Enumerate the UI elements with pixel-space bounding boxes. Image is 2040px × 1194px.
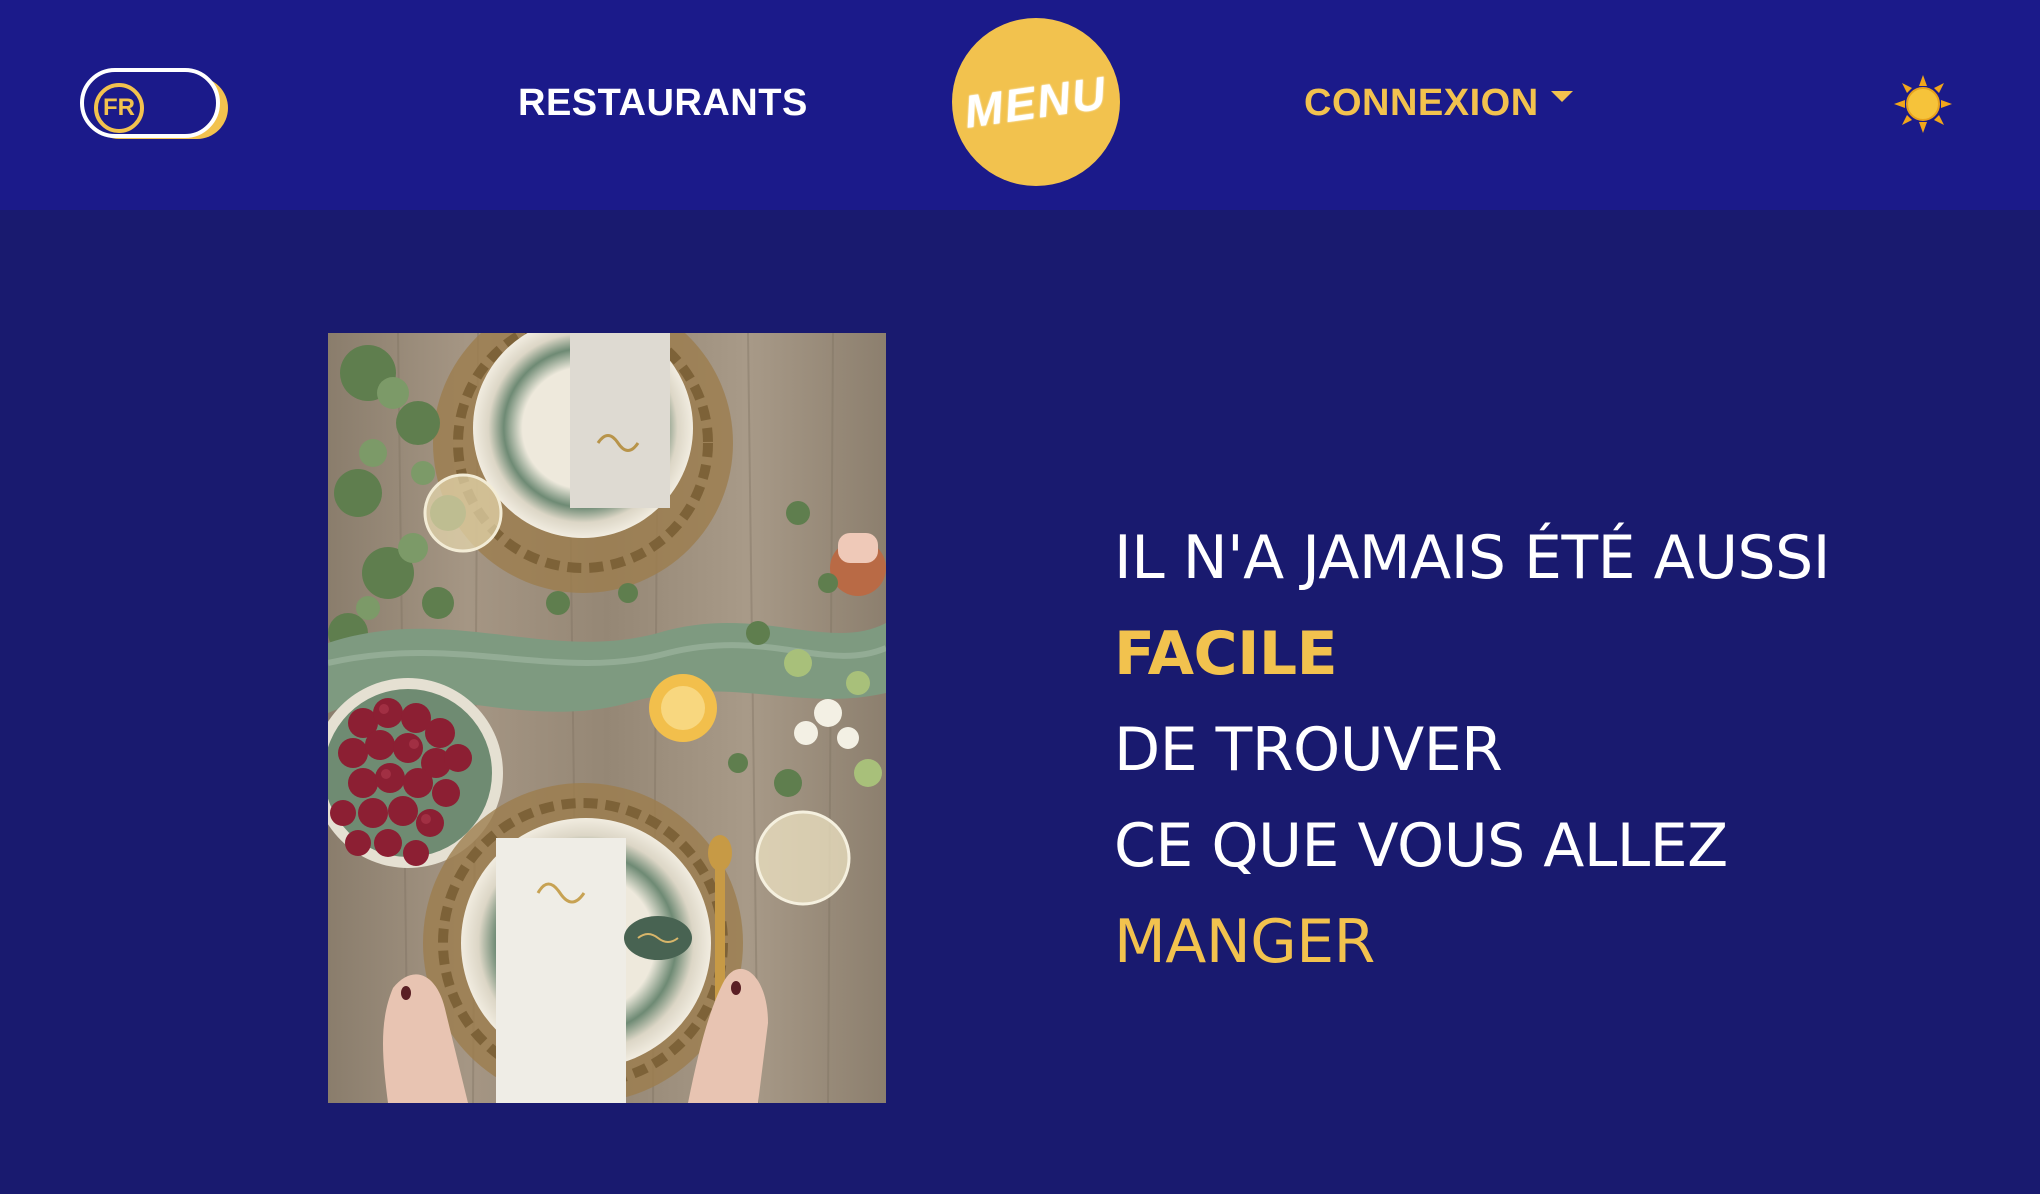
tagline-line-3: DE TROUVER bbox=[1114, 715, 1503, 785]
menu-logo[interactable]: MENU bbox=[952, 18, 1120, 186]
nav-link-restaurants[interactable]: RESTAURANTS bbox=[518, 80, 808, 126]
tagline-highlight-manger: MANGER bbox=[1114, 907, 1375, 977]
hero-tagline: IL N'A JAMAIS ÉTÉ AUSSI FACILE DE TROUVE… bbox=[1114, 510, 2014, 990]
tagline-highlight-facile: FACILE bbox=[1114, 619, 1338, 689]
table-setting-photo bbox=[328, 333, 886, 1103]
theme-toggle-button[interactable] bbox=[1893, 74, 1953, 134]
table-setting-illustration bbox=[328, 333, 886, 1103]
caret-down-icon bbox=[1550, 90, 1573, 102]
top-navigation-bar: FR RESTAURANTS MENU CONNEXION bbox=[0, 0, 2040, 210]
nav-dropdown-connexion[interactable]: CONNEXION bbox=[1304, 80, 1573, 126]
language-toggle[interactable]: FR bbox=[80, 68, 228, 140]
tagline-line-1: IL N'A JAMAIS ÉTÉ AUSSI bbox=[1114, 523, 1830, 593]
language-toggle-track: FR bbox=[80, 68, 220, 138]
sun-icon bbox=[1894, 75, 1952, 133]
language-toggle-knob: FR bbox=[94, 83, 144, 133]
tagline-line-4: CE QUE VOUS ALLEZ bbox=[1114, 811, 1728, 881]
connexion-label: CONNEXION bbox=[1304, 82, 1539, 124]
menu-logo-text: MENU bbox=[961, 66, 1111, 138]
